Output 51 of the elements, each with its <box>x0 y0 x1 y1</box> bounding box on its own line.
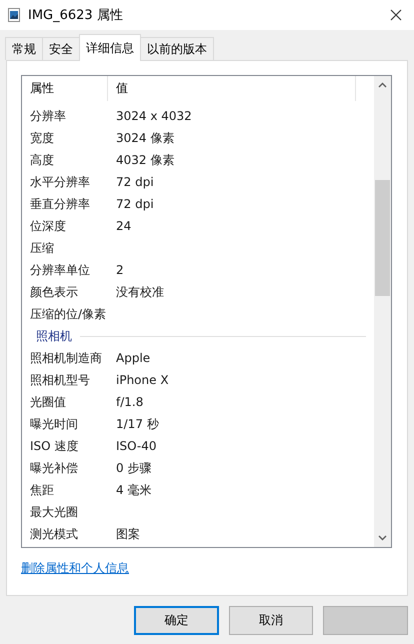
tab[interactable]: 详细信息 <box>79 34 141 61</box>
property-value: 4 毫米 <box>115 482 152 498</box>
window-title: IMG_6623 属性 <box>28 7 124 24</box>
property-name: 测光模式 <box>29 526 79 542</box>
property-name: 分辨率 <box>29 108 67 124</box>
scrollbar-thumb[interactable] <box>375 180 390 296</box>
property-name: 颜色表示 <box>29 284 79 300</box>
scroll-up-icon[interactable] <box>378 82 387 88</box>
scroll-down-icon[interactable] <box>378 535 387 541</box>
dialog-button[interactable]: 确定 <box>134 606 219 635</box>
property-value: 3024 x 4032 <box>115 109 192 123</box>
tab[interactable]: 以前的版本 <box>140 37 214 60</box>
tab[interactable]: 常规 <box>5 37 43 60</box>
property-name: 照相机制造商 <box>29 350 103 366</box>
property-name: 压缩的位/像素 <box>29 306 108 322</box>
property-value: iPhone X <box>115 373 169 387</box>
property-name: 曝光补偿 <box>29 460 79 476</box>
dialog-button[interactable]: 取消 <box>228 606 314 635</box>
property-name: 焦距 <box>29 482 55 498</box>
property-name: 曝光时间 <box>29 416 79 432</box>
property-value: 没有校准 <box>115 284 164 300</box>
property-name: 压缩 <box>29 240 55 256</box>
property-name: 宽度 <box>29 130 55 146</box>
close-icon[interactable] <box>390 9 402 21</box>
column-header[interactable]: 值 <box>108 76 356 101</box>
property-value: 72 dpi <box>115 197 154 211</box>
scrollbar[interactable] <box>374 76 391 547</box>
property-name: 分辨率单位 <box>29 262 91 278</box>
property-value: ISO-40 <box>115 439 157 453</box>
property-name: 位深度 <box>29 218 67 234</box>
property-name: 水平分辨率 <box>29 174 91 190</box>
property-value: 1/17 秒 <box>115 416 159 432</box>
property-name: 高度 <box>29 152 55 168</box>
property-value: 图案 <box>115 526 140 542</box>
property-value: 0 步骤 <box>115 460 152 476</box>
property-value: 24 <box>115 219 132 233</box>
property-value: Apple <box>115 351 150 365</box>
property-value: 3024 像素 <box>115 130 174 146</box>
property-value: 4032 像素 <box>115 152 174 168</box>
property-name: 光圈值 <box>29 394 67 410</box>
section-label: 照相机 <box>35 328 72 344</box>
remove-properties-link[interactable]: 删除属性和个人信息 <box>21 560 129 577</box>
property-value: 2 <box>115 263 124 277</box>
property-name: 照相机型号 <box>29 372 91 388</box>
property-value: f/1.8 <box>115 395 144 409</box>
property-value: 72 dpi <box>115 175 154 189</box>
column-header[interactable]: 属性 <box>22 76 108 101</box>
property-name: 最大光圈 <box>29 504 79 520</box>
property-name: 垂直分辨率 <box>29 196 91 212</box>
image-file-icon <box>8 8 20 22</box>
property-name: ISO 速度 <box>29 438 80 454</box>
